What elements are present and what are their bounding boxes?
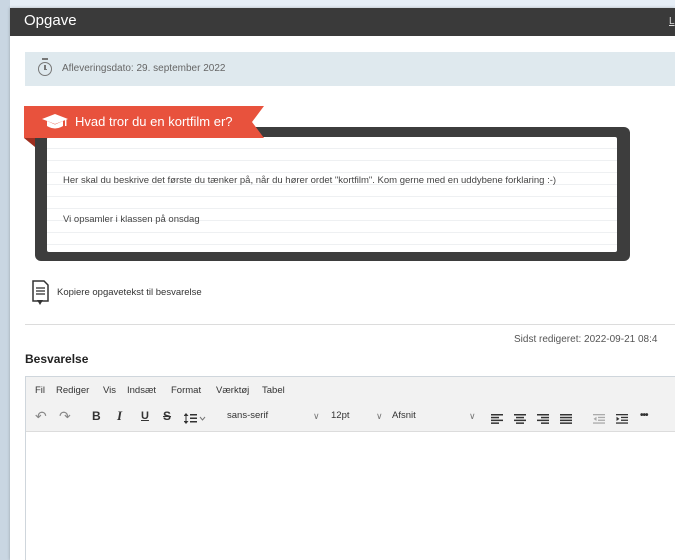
assignment-banner: Hvad tror du en kortfilm er? [24,106,264,138]
graduation-cap-icon [42,114,68,135]
more-options-button[interactable]: ••• [640,407,648,425]
italic-button[interactable]: I [117,407,122,425]
assignment-paragraph-1: Her skal du beskrive det første du tænke… [63,175,557,186]
align-left-icon[interactable] [491,411,503,429]
deadline-text: Afleveringsdato: 29. september 2022 [62,63,226,74]
close-link[interactable]: L [669,16,675,27]
editor-toolbar: ↶ ↷ B I U S sans-serif ∨ 12pt ∨ Afsnit ∨… [26,401,675,432]
section-divider [25,324,675,325]
menu-file[interactable]: Fil [35,385,45,396]
editor-menubar: Fil Rediger Vis Indsæt Format Værktøj Ta… [26,377,675,402]
block-format-select[interactable]: Afsnit [392,407,416,425]
indent-icon[interactable] [616,411,628,429]
menu-insert[interactable]: Indsæt [127,385,156,396]
last-edited-text: Sidst redigeret: 2022-09-21 08:4 [514,334,658,345]
block-format-chevron-icon: ∨ [469,411,476,421]
strikethrough-button[interactable]: S [163,407,171,425]
align-justify-icon[interactable] [560,411,572,429]
rich-text-editor: Fil Rediger Vis Indsæt Format Værktøj Ta… [25,376,675,560]
assignment-card: Her skal du beskrive det første du tænke… [35,127,630,261]
assignment-title: Hvad tror du en kortfilm er? [75,114,233,129]
banner-fold [24,138,35,147]
assignment-window: Opgave L Afleveringsdato: 29. september … [10,8,675,560]
menu-format[interactable]: Format [171,385,201,396]
copy-assignment-button[interactable]: Kopiere opgavetekst til besvarelse [30,280,270,306]
font-size-select[interactable]: 12pt [331,407,350,425]
assignment-paragraph-2: Vi opsamler i klassen på onsdag [63,214,200,225]
deadline-bar: Afleveringsdato: 29. september 2022 [25,52,675,86]
font-size-chevron-icon: ∨ [376,411,383,421]
window-title: Opgave [24,12,77,29]
background-sidebar-edge [0,0,10,560]
align-right-icon[interactable] [537,411,549,429]
clock-icon-top [42,58,48,60]
menu-table[interactable]: Tabel [262,385,285,396]
menu-edit[interactable]: Rediger [56,385,89,396]
menu-tools[interactable]: Værktøj [216,385,249,396]
undo-icon[interactable]: ↶ [35,407,47,425]
outdent-icon[interactable] [593,411,605,429]
assignment-card-body: Her skal du beskrive det første du tænke… [47,137,617,252]
underline-button[interactable]: U [141,407,149,425]
align-center-icon[interactable] [514,411,526,429]
menu-view[interactable]: Vis [103,385,116,396]
clock-icon [38,62,52,76]
font-family-select[interactable]: sans-serif [227,407,268,425]
title-bar: Opgave L [10,8,675,36]
line-height-icon[interactable] [183,411,206,429]
copy-assignment-label: Kopiere opgavetekst til besvarelse [57,287,202,298]
answer-heading: Besvarelse [25,352,89,366]
font-family-chevron-icon: ∨ [313,411,320,421]
bold-button[interactable]: B [92,407,101,425]
redo-icon[interactable]: ↷ [59,407,71,425]
copy-document-icon [30,280,50,311]
editor-content-area[interactable] [26,432,675,560]
